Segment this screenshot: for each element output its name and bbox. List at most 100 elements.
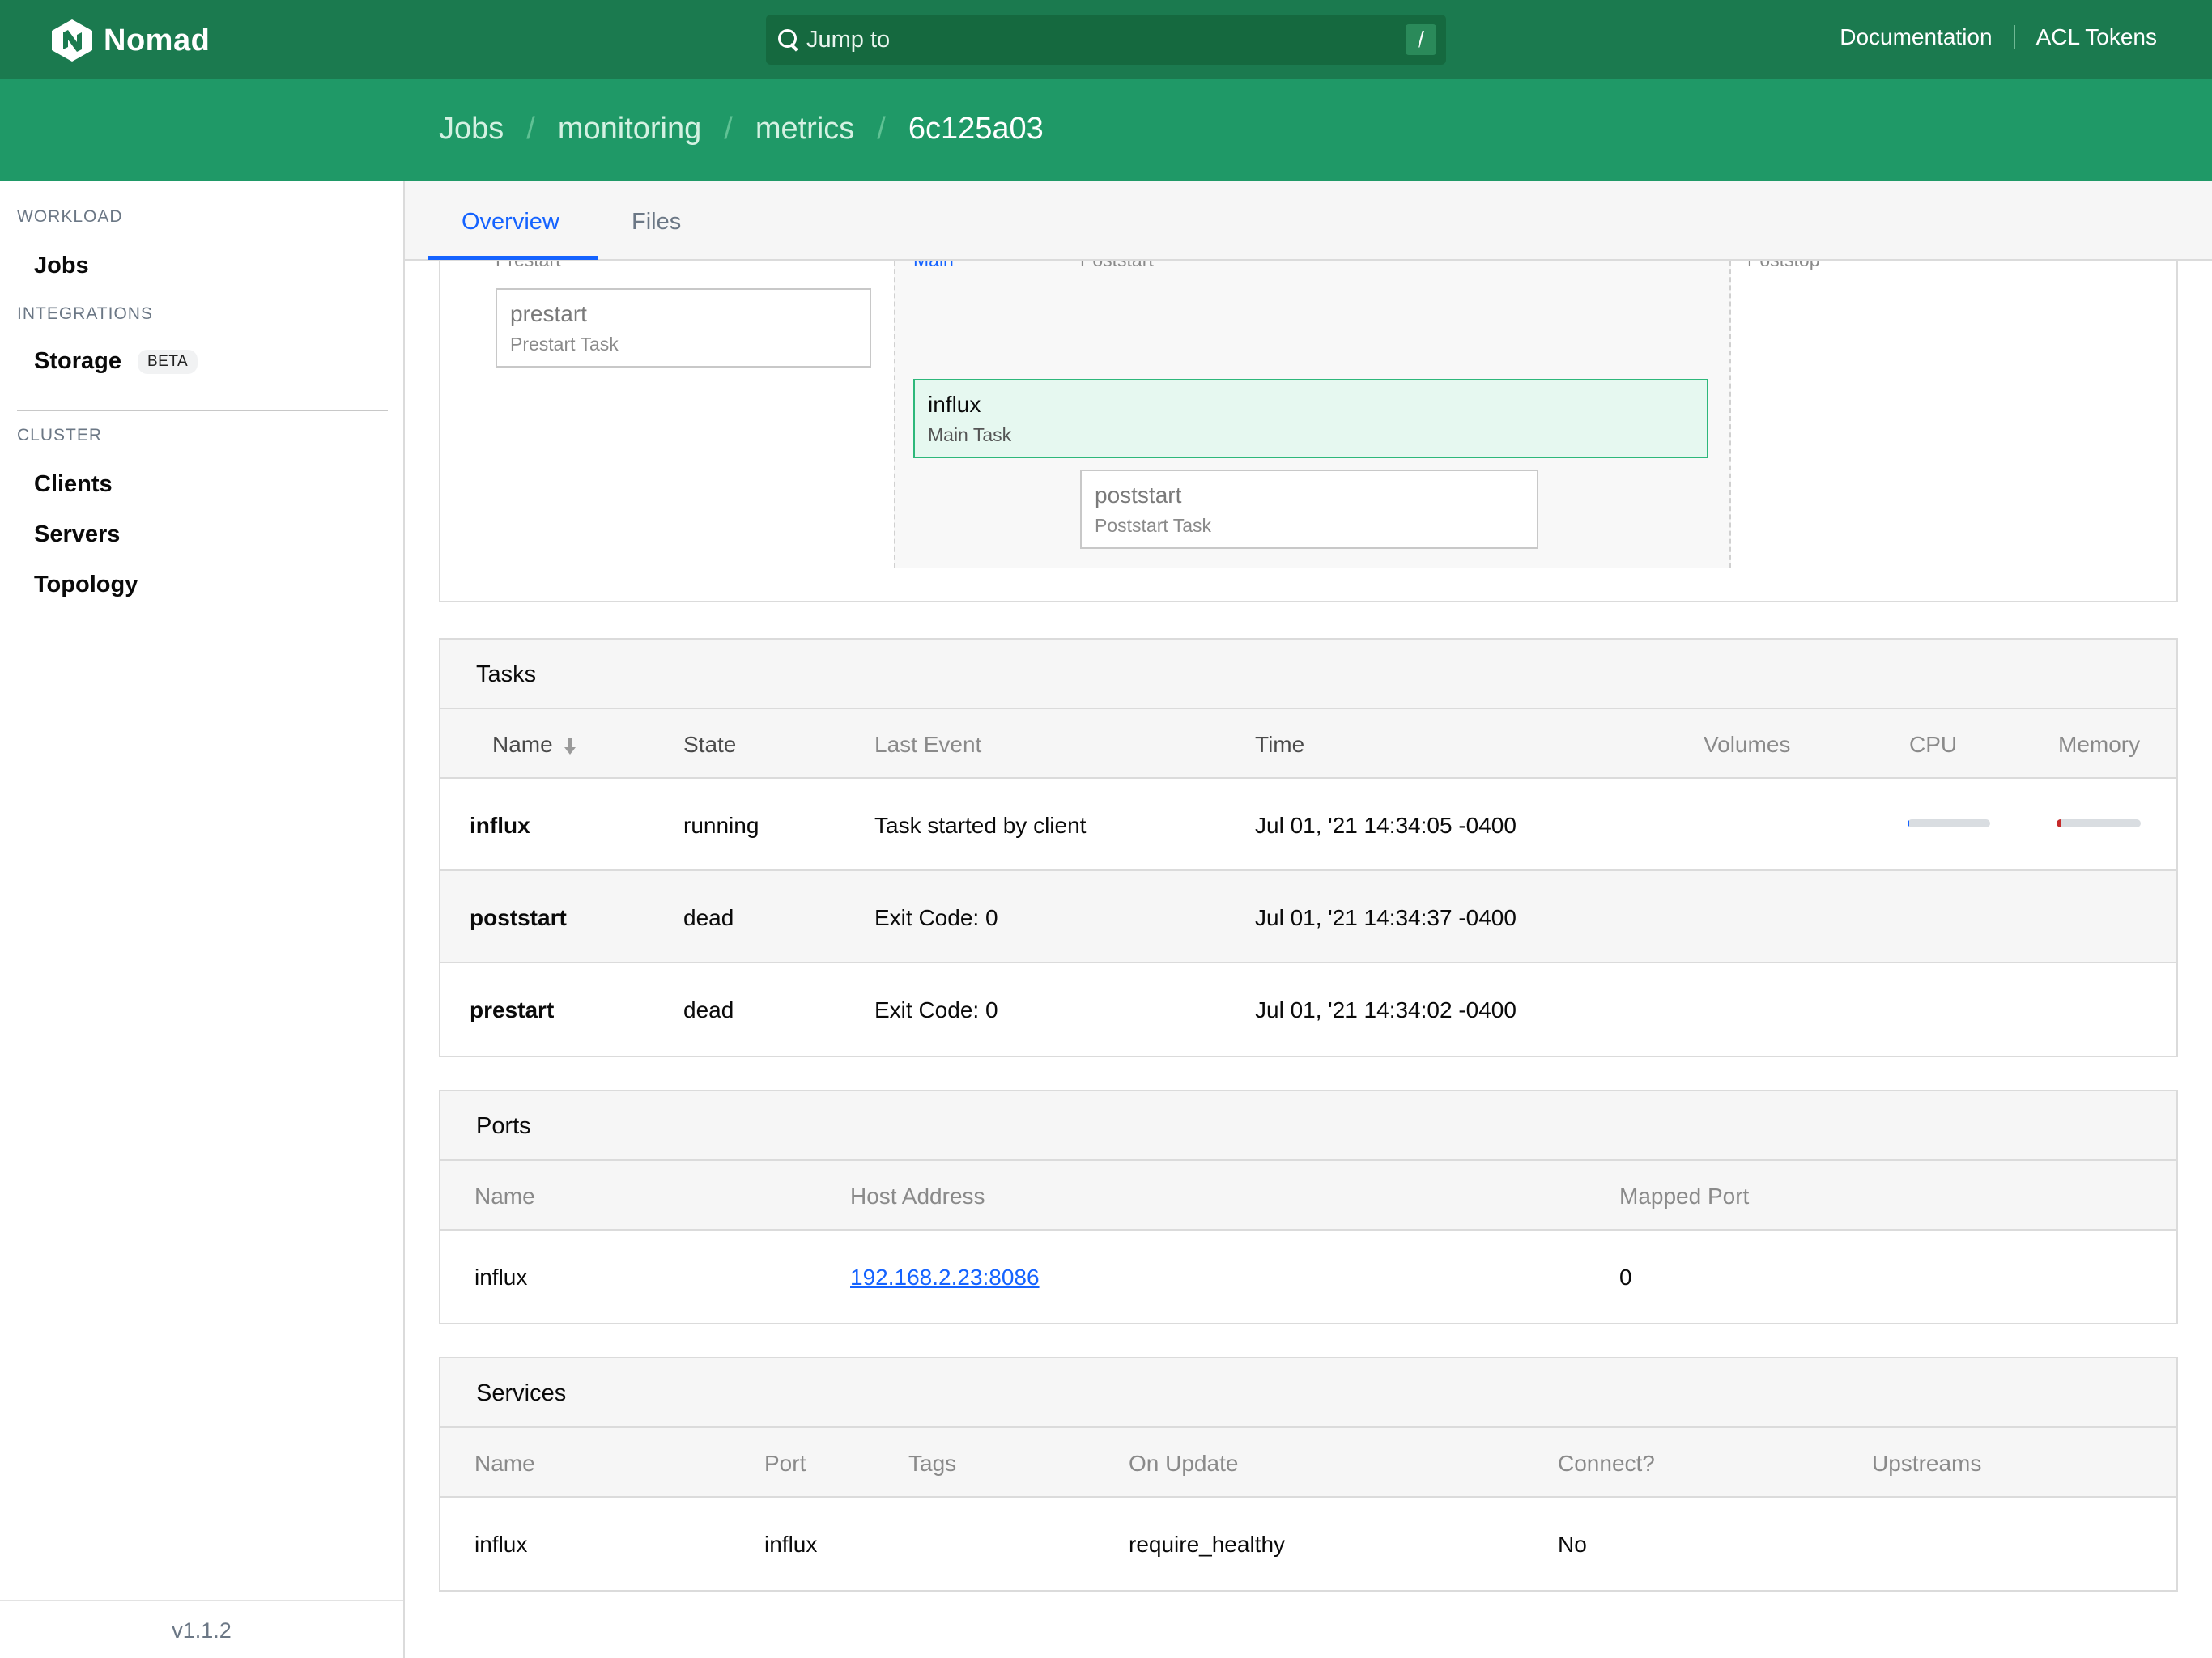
task-name[interactable]: poststart: [470, 905, 567, 931]
port-name: influx: [474, 1265, 528, 1290]
breadcrumb-separator: /: [724, 112, 733, 146]
column-header-memory: Memory: [2058, 732, 2141, 757]
table-row[interactable]: influx running Task started by client Ju…: [440, 779, 2176, 871]
lifecycle-chart: Prestart Main Poststart Poststop prestar…: [439, 261, 2178, 602]
column-header-port: Port: [764, 1451, 806, 1476]
sidebar: WORKLOAD Jobs INTEGRATIONS Storage BETA …: [0, 181, 405, 1658]
task-state: dead: [683, 997, 734, 1022]
memory-usage-meter: [2057, 819, 2141, 827]
sidebar-item-storage[interactable]: Storage BETA: [34, 348, 198, 375]
sidebar-section-workload: WORKLOAD: [17, 207, 123, 226]
documentation-link[interactable]: Documentation: [1840, 24, 1992, 50]
task-last-event: Exit Code: 0: [874, 997, 998, 1022]
port-host-address: 192.168.2.23:8086: [850, 1265, 1040, 1290]
breadcrumb-bar: Jobs / monitoring / metrics / 6c125a03: [0, 79, 2212, 181]
cpu-usage-meter: [1908, 819, 1990, 827]
tasks-table-header: Name State Last Event Time Volumes CPU M…: [440, 709, 2176, 779]
column-header-state[interactable]: State: [683, 732, 736, 758]
sidebar-divider: [17, 410, 388, 411]
sidebar-item-topology[interactable]: Topology: [34, 572, 138, 598]
nomad-logo-link[interactable]: Nomad: [52, 19, 210, 62]
service-connect: No: [1558, 1532, 1587, 1557]
task-state: running: [683, 813, 759, 838]
column-header-upstreams: Upstreams: [1872, 1451, 1982, 1476]
sort-down-icon: [564, 737, 576, 755]
tasks-section: Tasks Name State Last Event Time Volumes…: [439, 638, 2178, 1057]
breadcrumb-job[interactable]: metrics: [755, 112, 854, 147]
breadcrumb: Jobs / monitoring / metrics / 6c125a03: [439, 112, 1044, 147]
nav-divider: [2013, 25, 2015, 49]
cpu-usage-fill: [1908, 819, 1910, 827]
services-table-header: Name Port Tags On Update Connect? Upstre…: [440, 1428, 2176, 1498]
lifecycle-task-prestart[interactable]: prestart Prestart Task: [496, 288, 871, 368]
lifecycle-task-influx[interactable]: influx Main Task: [913, 379, 1708, 458]
ports-table-header: Name Host Address Mapped Port: [440, 1161, 2176, 1231]
column-header-name: Name: [474, 1451, 535, 1476]
breadcrumb-jobs[interactable]: Jobs: [439, 112, 504, 147]
top-navbar: Nomad Jump to / Documentation ACL Tokens: [0, 0, 2212, 79]
beta-badge: BETA: [137, 349, 198, 374]
task-name[interactable]: prestart: [470, 997, 554, 1023]
task-time: Jul 01, '21 14:34:02 -0400: [1255, 997, 1516, 1022]
section-title: Tasks: [440, 640, 2176, 709]
task-time: Jul 01, '21 14:34:05 -0400: [1255, 813, 1516, 838]
sidebar-item-clients[interactable]: Clients: [34, 471, 113, 498]
phase-label-poststart: Poststart: [1080, 261, 1154, 271]
version-label: v1.1.2: [0, 1600, 403, 1658]
memory-usage-fill: [2057, 819, 2061, 827]
breadcrumb-separator: /: [877, 112, 886, 146]
lifecycle-task-kind: Main Task: [928, 424, 1012, 445]
column-header-tags: Tags: [908, 1451, 957, 1476]
sidebar-item-jobs[interactable]: Jobs: [34, 253, 89, 279]
ports-section: Ports Name Host Address Mapped Port infl…: [439, 1090, 2178, 1324]
tab-files[interactable]: Files: [632, 209, 681, 236]
tab-overview[interactable]: Overview: [462, 209, 559, 236]
jump-to-search[interactable]: Jump to /: [766, 15, 1446, 65]
task-last-event: Task started by client: [874, 813, 1087, 838]
sidebar-section-cluster: CLUSTER: [17, 426, 103, 444]
lifecycle-task-kind: Prestart Task: [510, 334, 619, 355]
table-row[interactable]: poststart dead Exit Code: 0 Jul 01, '21 …: [440, 871, 2176, 963]
column-header-label: Name: [492, 732, 553, 757]
search-icon: [776, 27, 802, 53]
breadcrumb-allocation: 6c125a03: [908, 112, 1044, 146]
sidebar-item-servers[interactable]: Servers: [34, 521, 120, 548]
task-last-event: Exit Code: 0: [874, 905, 998, 930]
nav-links: Documentation ACL Tokens: [1840, 24, 2157, 50]
port-mapped: 0: [1619, 1265, 1632, 1290]
sidebar-section-integrations: INTEGRATIONS: [17, 304, 153, 323]
task-time: Jul 01, '21 14:34:37 -0400: [1255, 905, 1516, 930]
breadcrumb-namespace[interactable]: monitoring: [558, 112, 701, 147]
lifecycle-task-name: prestart: [510, 301, 587, 326]
sidebar-item-label: Storage: [34, 348, 121, 374]
column-header-last-event: Last Event: [874, 732, 982, 757]
column-header-time[interactable]: Time: [1255, 732, 1304, 758]
acl-tokens-link[interactable]: ACL Tokens: [2036, 24, 2157, 50]
phase-label-prestart: Prestart: [496, 261, 561, 271]
service-name: influx: [474, 1532, 528, 1557]
search-placeholder: Jump to: [806, 26, 891, 53]
column-header-host-address: Host Address: [850, 1184, 985, 1209]
column-header-cpu: CPU: [1909, 732, 1958, 757]
task-state: dead: [683, 905, 734, 930]
phase-label-main: Main: [913, 261, 954, 271]
task-name[interactable]: influx: [470, 813, 530, 839]
section-title: Ports: [440, 1091, 2176, 1161]
lifecycle-task-kind: Poststart Task: [1095, 515, 1212, 536]
table-row[interactable]: prestart dead Exit Code: 0 Jul 01, '21 1…: [440, 963, 2176, 1056]
column-header-mapped-port: Mapped Port: [1619, 1184, 1750, 1209]
column-header-on-update: On Update: [1129, 1451, 1239, 1476]
column-header-volumes: Volumes: [1704, 732, 1791, 757]
section-title: Services: [440, 1358, 2176, 1428]
host-address-link[interactable]: 192.168.2.23:8086: [850, 1265, 1040, 1290]
lifecycle-task-name: influx: [928, 392, 981, 417]
search-shortcut-key: /: [1406, 24, 1436, 55]
phase-label-poststop: Poststop: [1747, 261, 1820, 271]
lifecycle-task-poststart[interactable]: poststart Poststart Task: [1080, 470, 1538, 549]
breadcrumb-separator: /: [526, 112, 535, 146]
subnav-tabs: Overview Files: [405, 181, 2212, 261]
column-header-name[interactable]: Name: [492, 732, 576, 758]
brand-name: Nomad: [104, 23, 211, 57]
lifecycle-task-name: poststart: [1095, 483, 1182, 508]
service-on-update: require_healthy: [1129, 1532, 1286, 1557]
